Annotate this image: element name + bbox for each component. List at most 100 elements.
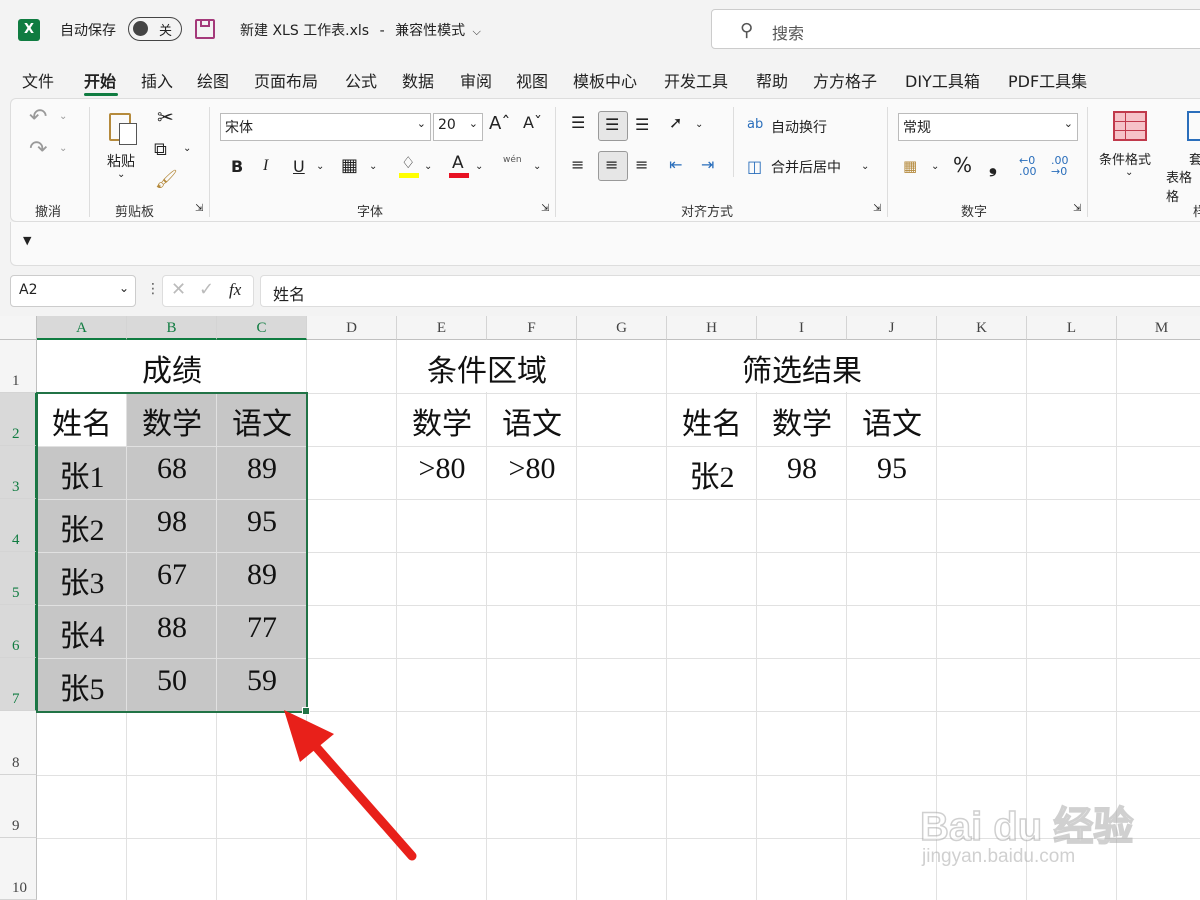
dialog-launcher-icon[interactable]: ⇲ [1073, 203, 1081, 214]
row-header-3[interactable]: 3 [0, 446, 37, 499]
currency-icon[interactable]: ▦ [903, 157, 917, 175]
cell-F3[interactable]: >80 [487, 452, 577, 486]
decrease-indent-icon[interactable]: ⇤ [669, 155, 682, 174]
enter-icon[interactable]: ✓ [199, 279, 214, 300]
paste-icon[interactable] [107, 109, 141, 145]
tab-formulas[interactable]: 公式 [345, 68, 377, 92]
column-header-B[interactable]: B [127, 316, 217, 340]
column-header-K[interactable]: K [937, 316, 1027, 340]
tab-diy-toolbox[interactable]: DIY工具箱 [905, 68, 980, 92]
cell-J2[interactable]: 语文 [847, 399, 937, 443]
cell-I2[interactable]: 数学 [757, 399, 847, 443]
merge-center-button[interactable]: 合并后居中 [771, 157, 841, 177]
tab-view[interactable]: 视图 [516, 68, 548, 92]
font-name-select[interactable]: 宋体 ⌄ [220, 113, 431, 141]
tab-draw[interactable]: 绘图 [197, 68, 229, 92]
dialog-launcher-icon[interactable]: ⇲ [195, 203, 203, 214]
cell-J3[interactable]: 95 [847, 452, 937, 486]
column-header-C[interactable]: C [217, 316, 307, 340]
align-middle-button[interactable]: ☰ [598, 111, 628, 141]
row-header-9[interactable]: 9 [0, 775, 37, 838]
fill-color-icon[interactable]: ♢ [399, 153, 421, 179]
customize-toolbar-icon[interactable]: ▼ [23, 234, 31, 247]
dialog-launcher-icon[interactable]: ⇲ [541, 203, 549, 214]
tab-help[interactable]: 帮助 [756, 68, 788, 92]
formula-input[interactable]: 姓名 [260, 275, 1200, 307]
column-header-J[interactable]: J [847, 316, 937, 340]
column-header-D[interactable]: D [307, 316, 397, 340]
tab-template-center[interactable]: 模板中心 [573, 68, 637, 92]
format-painter-icon[interactable]: 🖌 [155, 169, 178, 190]
tab-data[interactable]: 数据 [402, 68, 434, 92]
row-header-10[interactable]: 10 [0, 838, 37, 900]
more-options-icon[interactable]: ⋮ [146, 281, 160, 297]
underline-button[interactable]: U [293, 157, 305, 176]
font-size-select[interactable]: 20 ⌄ [433, 113, 483, 141]
comma-button[interactable]: ❟ [989, 153, 997, 177]
decrease-decimal-icon[interactable]: .00 →0 [1051, 155, 1069, 177]
cell-E2[interactable]: 数学 [397, 399, 487, 443]
orientation-icon[interactable]: ➚ [669, 113, 682, 132]
italic-button[interactable]: I [263, 157, 268, 175]
wrap-text-button[interactable]: 自动换行 [771, 117, 827, 137]
percent-button[interactable]: % [953, 153, 972, 177]
row-header-2[interactable]: 2 [0, 393, 37, 446]
tab-pdf-tools[interactable]: PDF工具集 [1008, 68, 1087, 92]
bold-button[interactable]: B [231, 157, 243, 176]
column-header-E[interactable]: E [397, 316, 487, 340]
cell-H3[interactable]: 张2 [667, 452, 757, 496]
tab-insert[interactable]: 插入 [141, 68, 173, 92]
name-box[interactable]: A2 ⌄ [10, 275, 136, 307]
increase-font-icon[interactable]: Aˆ [489, 113, 510, 134]
align-top-icon[interactable]: ☰ [571, 113, 585, 132]
column-header-I[interactable]: I [757, 316, 847, 340]
document-title[interactable]: 新建 XLS 工作表.xls - 兼容性模式 ⌵ [240, 20, 481, 40]
column-header-M[interactable]: M [1117, 316, 1200, 340]
tab-file[interactable]: 文件 [22, 68, 54, 92]
search-box[interactable]: ⚲ 搜索 [711, 9, 1200, 49]
decrease-font-icon[interactable]: Aˇ [523, 113, 542, 132]
paste-button[interactable]: 粘贴 [107, 151, 135, 171]
number-format-select[interactable]: 常规 ⌄ [898, 113, 1078, 141]
redo-icon[interactable]: ↷ [29, 137, 47, 162]
select-all-corner[interactable] [0, 316, 37, 340]
tab-review[interactable]: 审阅 [460, 68, 492, 92]
align-left-icon[interactable]: ≡ [571, 155, 584, 174]
cell-I3[interactable]: 98 [757, 452, 847, 486]
row-header-1[interactable]: 1 [0, 340, 37, 393]
align-bottom-icon[interactable]: ☰ [635, 115, 649, 134]
table-format-label-2[interactable]: 表格格 [1166, 167, 1200, 205]
autosave-toggle[interactable]: 关 [128, 17, 182, 41]
row-header-7[interactable]: 7 [0, 658, 37, 711]
row-header-5[interactable]: 5 [0, 552, 37, 605]
table-format-label-1[interactable]: 套 [1189, 149, 1200, 168]
cell-F2[interactable]: 语文 [487, 399, 577, 443]
cut-icon[interactable]: ✂ [157, 105, 174, 129]
row-header-6[interactable]: 6 [0, 605, 37, 658]
column-header-F[interactable]: F [487, 316, 577, 340]
cell-E3[interactable]: >80 [397, 452, 487, 486]
increase-indent-icon[interactable]: ⇥ [701, 155, 714, 174]
phonetic-icon[interactable]: wén [503, 155, 522, 165]
copy-icon[interactable]: ⧉ [154, 139, 167, 160]
cancel-icon[interactable]: ✕ [171, 279, 186, 300]
cell-H2[interactable]: 姓名 [667, 399, 757, 443]
insert-function-button[interactable]: fx [229, 280, 241, 300]
tab-home[interactable]: 开始 [84, 68, 116, 92]
column-header-L[interactable]: L [1027, 316, 1117, 340]
column-header-H[interactable]: H [667, 316, 757, 340]
row-header-8[interactable]: 8 [0, 711, 37, 775]
tab-developer[interactable]: 开发工具 [664, 68, 728, 92]
font-color-icon[interactable]: A [449, 153, 471, 179]
tab-page-layout[interactable]: 页面布局 [254, 68, 318, 92]
tab-fangfanggezi[interactable]: 方方格子 [813, 68, 877, 92]
column-header-G[interactable]: G [577, 316, 667, 340]
row-header-4[interactable]: 4 [0, 499, 37, 552]
align-center-button[interactable]: ≡ [598, 151, 628, 181]
undo-icon[interactable]: ↶ [29, 105, 47, 130]
align-right-icon[interactable]: ≡ [635, 155, 648, 174]
border-icon[interactable]: ▦ [341, 155, 358, 176]
dialog-launcher-icon[interactable]: ⇲ [873, 203, 881, 214]
column-header-A[interactable]: A [37, 316, 127, 340]
increase-decimal-icon[interactable]: ←0.00 [1019, 155, 1037, 177]
